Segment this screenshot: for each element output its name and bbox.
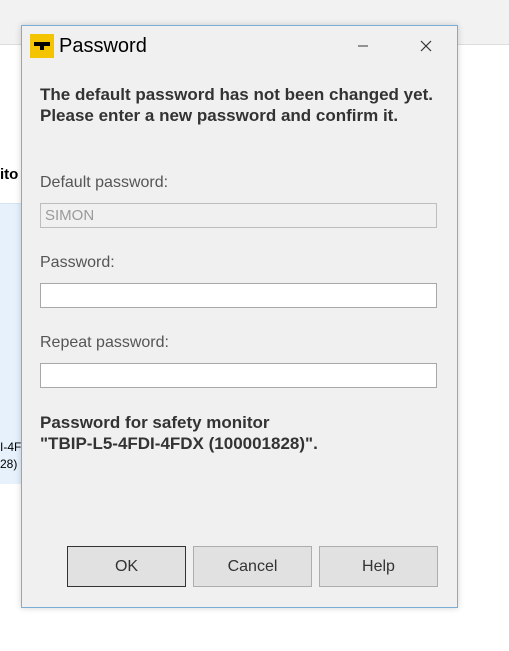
close-button[interactable] xyxy=(409,32,443,60)
dialog-title: Password xyxy=(59,35,147,57)
repeat-password-label: Repeat password: xyxy=(40,334,169,351)
minimize-button[interactable] xyxy=(346,32,380,60)
close-icon xyxy=(420,40,432,52)
info-line-2: "TBIP-L5-4FDI-4FDX (100001828)". xyxy=(40,434,318,453)
turck-logo-icon xyxy=(30,34,54,58)
info-line-1: Password for safety monitor xyxy=(40,413,270,432)
cancel-button[interactable]: Cancel xyxy=(193,546,312,587)
password-field[interactable] xyxy=(40,283,437,308)
help-button[interactable]: Help xyxy=(319,546,438,587)
background-text-line1: I-4F xyxy=(0,440,22,454)
password-dialog: Password The default password has not be… xyxy=(21,25,458,608)
default-password-field xyxy=(40,203,437,228)
default-password-label: Default password: xyxy=(40,174,169,191)
title-bar[interactable]: Password xyxy=(22,26,457,66)
background-text-line2: 28) xyxy=(0,457,18,471)
minimize-icon xyxy=(358,45,368,47)
dialog-message: The default password has not been change… xyxy=(40,85,433,125)
background-label: ito xyxy=(0,166,19,183)
safety-monitor-info: Password for safety monitor "TBIP-L5-4FD… xyxy=(40,412,440,454)
password-label: Password: xyxy=(40,254,115,271)
ok-button[interactable]: OK xyxy=(67,546,186,587)
repeat-password-field[interactable] xyxy=(40,363,437,388)
